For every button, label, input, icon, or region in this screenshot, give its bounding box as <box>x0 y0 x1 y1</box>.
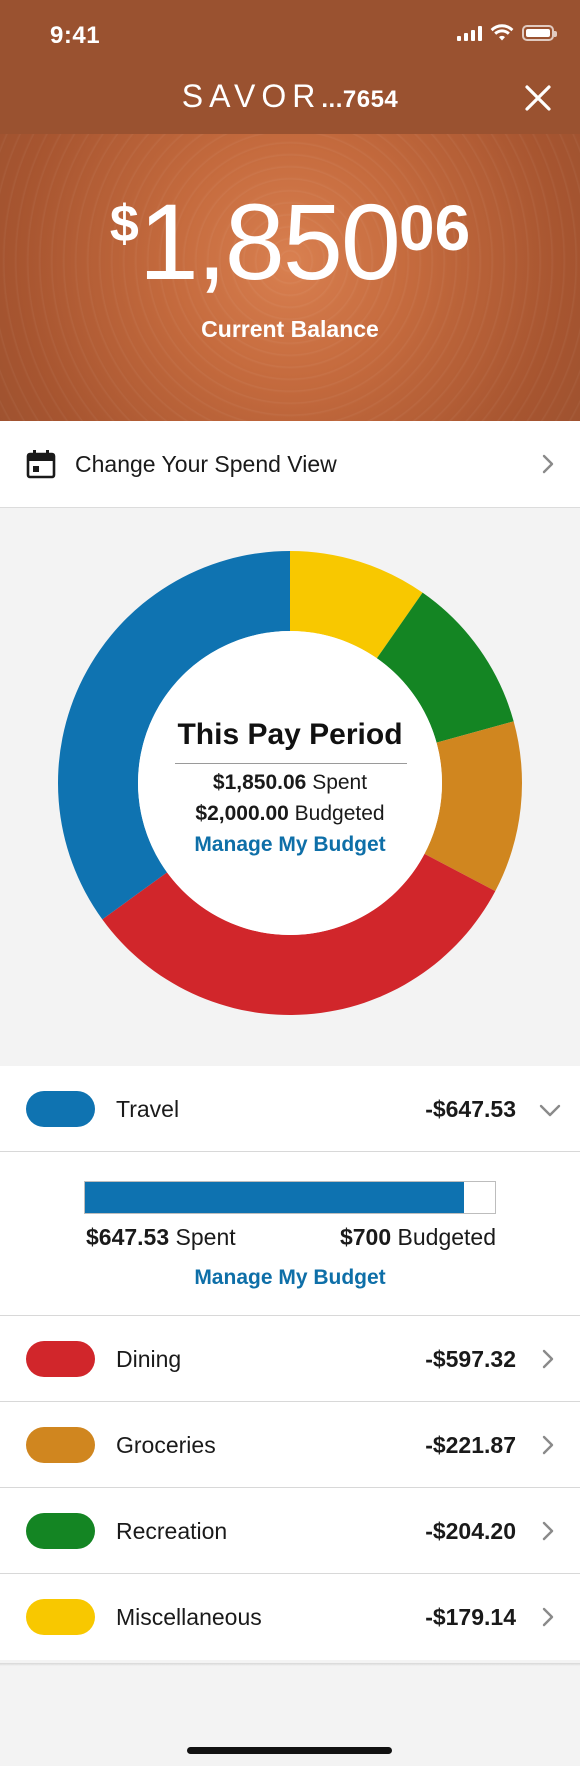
category-name: Groceries <box>116 1432 216 1458</box>
balance-cents: 06 <box>399 192 471 264</box>
chevron-right-icon <box>542 1435 554 1455</box>
category-row-dining[interactable]: Dining -$597.32 <box>0 1316 580 1402</box>
calendar-icon <box>26 450 56 479</box>
account-title: SAVOR...7654 <box>0 78 580 115</box>
category-color-swatch <box>26 1341 95 1377</box>
category-amount: -$204.20 <box>425 1518 516 1544</box>
travel-budget-word: Budgeted <box>397 1224 496 1250</box>
list-bottom-shadow <box>0 1663 580 1666</box>
status-time: 9:41 <box>50 22 101 49</box>
travel-detail-panel: $647.53 Spent $700 Budgeted Manage My Bu… <box>0 1152 580 1316</box>
spend-view-label: Change Your Spend View <box>75 451 337 477</box>
category-name: Dining <box>116 1346 182 1372</box>
category-color-swatch <box>26 1599 95 1635</box>
chart-center-divider <box>175 763 407 764</box>
chevron-right-icon <box>542 1349 554 1369</box>
category-list: Travel -$647.53 $647.53 Spent $700 Budge… <box>0 1066 580 1660</box>
travel-spent-word: Spent <box>175 1224 236 1250</box>
account-header: 9:41 SAVOR...7654 $1,850 06 Current Balan… <box>0 0 580 421</box>
period-spent-word: Spent <box>312 771 368 794</box>
period-budget-word: Budgeted <box>294 802 385 825</box>
travel-progress-bar <box>84 1181 496 1214</box>
brand-name: SAVOR <box>181 78 322 114</box>
category-color-swatch <box>26 1091 95 1127</box>
category-amount: -$179.14 <box>425 1604 516 1630</box>
chevron-down-icon <box>539 1104 561 1117</box>
account-mask: ...7654 <box>321 86 399 113</box>
category-amount: -$647.53 <box>425 1096 516 1122</box>
cellular-signal-icon <box>457 25 482 41</box>
period-spent: $1,850.06 Spent <box>0 771 580 795</box>
period-budgeted: $2,000.00 Budgeted <box>0 802 580 826</box>
category-color-swatch <box>26 1427 95 1463</box>
chevron-right-icon <box>542 1521 554 1541</box>
category-row-recreation[interactable]: Recreation -$204.20 <box>0 1488 580 1574</box>
chevron-right-icon <box>542 454 554 474</box>
category-name: Travel <box>116 1096 180 1122</box>
status-icons <box>457 24 557 42</box>
category-color-swatch <box>26 1513 95 1549</box>
chart-center-title: This Pay Period <box>177 718 403 751</box>
category-name: Miscellaneous <box>116 1604 262 1630</box>
travel-progress-fill <box>85 1182 465 1213</box>
travel-budgeted: $700 Budgeted <box>340 1224 496 1251</box>
category-row-groceries[interactable]: Groceries -$221.87 <box>0 1402 580 1488</box>
battery-icon <box>522 25 557 41</box>
home-indicator <box>187 1747 392 1754</box>
travel-spent-amount: $647.53 <box>86 1224 170 1250</box>
category-row-miscellaneous[interactable]: Miscellaneous -$179.14 <box>0 1574 580 1660</box>
travel-budget-amount: $700 <box>339 1224 392 1250</box>
category-amount: -$221.87 <box>425 1432 516 1458</box>
balance-currency: $ <box>109 195 139 253</box>
change-spend-view-row[interactable]: Change Your Spend View <box>0 421 580 508</box>
chevron-right-icon <box>542 1607 554 1627</box>
travel-manage-budget-link[interactable]: Manage My Budget <box>0 1266 580 1290</box>
balance-dollars: 1,850 <box>138 181 401 302</box>
period-budget-amount: $2,000.00 <box>195 802 289 825</box>
close-icon[interactable] <box>522 82 554 114</box>
manage-budget-link[interactable]: Manage My Budget <box>0 833 580 857</box>
period-spent-amount: $1,850.06 <box>212 771 307 794</box>
category-name: Recreation <box>116 1518 228 1544</box>
travel-spent: $647.53 Spent <box>86 1224 236 1251</box>
balance-label: Current Balance <box>201 316 379 342</box>
category-row-travel[interactable]: Travel -$647.53 <box>0 1066 580 1152</box>
wifi-icon <box>490 24 514 41</box>
category-amount: -$597.32 <box>425 1346 516 1372</box>
current-balance: $1,850 06 <box>0 188 580 296</box>
